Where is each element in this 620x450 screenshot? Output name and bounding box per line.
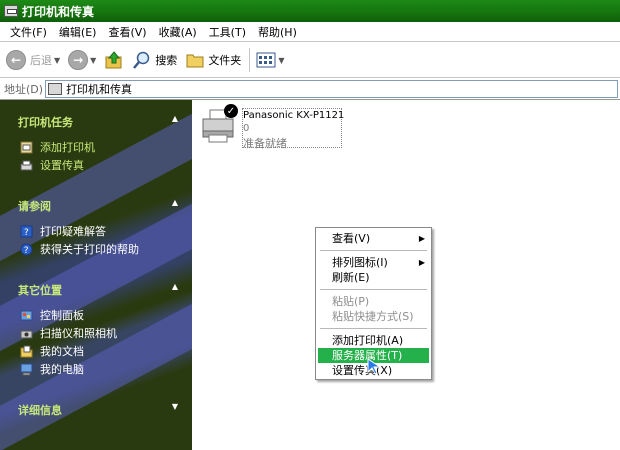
back-button[interactable]: ← 后退 ▼ <box>6 50 60 70</box>
folders-label: 文件夹 <box>208 54 242 67</box>
ctx-view-label: 查看(V) <box>332 232 371 245</box>
menu-file[interactable]: 文件(F) <box>4 24 53 40</box>
menu-favorites[interactable]: 收藏(A) <box>153 24 203 40</box>
collapse-icon[interactable]: ▲ <box>172 198 178 214</box>
printing-help-label: 获得关于打印的帮助 <box>40 243 139 256</box>
ctx-arrange-icons-label: 排列图标(I) <box>332 256 388 269</box>
views-button[interactable]: ▼ <box>256 50 284 70</box>
menu-separator <box>320 289 427 290</box>
up-button[interactable] <box>104 50 124 70</box>
see-also-title: 请参阅 <box>18 200 51 213</box>
my-documents-label: 我的文档 <box>40 345 84 358</box>
menu-edit[interactable]: 编辑(E) <box>53 24 103 40</box>
printer-folder-icon <box>48 83 63 95</box>
menu-view[interactable]: 查看(V) <box>102 24 152 40</box>
ctx-paste-shortcut: 粘贴快捷方式(S) <box>332 310 414 323</box>
search-icon <box>132 50 152 70</box>
search-button[interactable]: 搜索 <box>132 50 177 70</box>
add-printer-label: 添加打印机 <box>40 141 95 154</box>
other-places-title: 其它位置 <box>18 284 62 297</box>
printer-document-count: 0 <box>243 123 250 134</box>
details-header[interactable]: 详细信息 ▼ <box>18 402 178 418</box>
svg-text:?: ? <box>24 246 29 256</box>
back-arrow-icon: ← <box>6 50 26 70</box>
task-pane: 打印机任务 ▲ 添加打印机 设置传真 请参阅 ▲ ? 打印疑难解答 ? 获得关于… <box>0 100 192 450</box>
help-icon: ? <box>20 225 33 238</box>
my-documents-link[interactable]: 我的文档 <box>20 343 84 359</box>
menu-separator <box>320 250 427 251</box>
add-printer-link[interactable]: 添加打印机 <box>20 139 95 155</box>
submenu-arrow-icon: ▶ <box>418 258 425 267</box>
printer-name: Panasonic KX-P1121 <box>243 110 345 121</box>
my-computer-label: 我的电脑 <box>40 363 84 376</box>
default-printer-check-icon: ✓ <box>224 104 238 118</box>
views-dropdown-icon[interactable]: ▼ <box>278 56 284 65</box>
folder-up-icon <box>104 50 124 70</box>
printer-tasks-header[interactable]: 打印机任务 ▲ <box>18 114 178 130</box>
add-printer-icon <box>20 141 33 154</box>
ctx-arrange-icons[interactable]: 排列图标(I) ▶ <box>318 255 429 270</box>
other-places-header[interactable]: 其它位置 ▲ <box>18 282 178 298</box>
help-circle-icon: ? <box>20 243 33 256</box>
folders-button[interactable]: 文件夹 <box>185 50 241 70</box>
menu-bar: 文件(F) 编辑(E) 查看(V) 收藏(A) 工具(T) 帮助(H) <box>0 22 620 42</box>
my-computer-link[interactable]: 我的电脑 <box>20 361 84 377</box>
printer-item[interactable]: ✓ Panasonic KX-P1121 0 准备就绪 <box>200 104 344 150</box>
address-field[interactable]: 打印机和传真 <box>45 80 618 98</box>
submenu-arrow-icon: ▶ <box>418 234 425 243</box>
printing-help-link[interactable]: ? 获得关于打印的帮助 <box>20 241 139 257</box>
scanners-cameras-link[interactable]: 扫描仪和照相机 <box>20 325 117 341</box>
forward-button[interactable]: → ▼ <box>68 50 96 70</box>
back-dropdown-icon[interactable]: ▼ <box>54 56 60 65</box>
control-panel-icon <box>20 309 33 322</box>
forward-dropdown-icon[interactable]: ▼ <box>90 56 96 65</box>
printing-troubleshooter-link[interactable]: ? 打印疑难解答 <box>20 223 106 239</box>
toolbar-separator <box>249 48 251 72</box>
ctx-add-printer[interactable]: 添加打印机(A) <box>318 333 429 348</box>
fax-icon <box>20 159 33 172</box>
control-panel-link[interactable]: 控制面板 <box>20 307 84 323</box>
window-title: 打印机和传真 <box>22 4 95 19</box>
ctx-refresh[interactable]: 刷新(E) <box>318 270 429 285</box>
setup-fax-label: 设置传真 <box>40 159 84 172</box>
svg-text:?: ? <box>24 228 29 238</box>
my-computer-icon <box>20 363 33 376</box>
ctx-paste: 粘贴(P) <box>332 295 370 308</box>
see-also-header[interactable]: 请参阅 ▲ <box>18 198 178 214</box>
address-bar: 地址(D) 打印机和传真 <box>0 79 620 100</box>
expand-icon[interactable]: ▼ <box>172 402 178 418</box>
collapse-icon[interactable]: ▲ <box>172 282 178 298</box>
menu-help[interactable]: 帮助(H) <box>252 24 303 40</box>
search-label: 搜索 <box>155 54 178 67</box>
printer-tasks-title: 打印机任务 <box>18 116 73 129</box>
title-bar[interactable]: 打印机和传真 <box>0 0 620 22</box>
mouse-cursor-icon <box>366 357 384 375</box>
printing-troubleshooter-label: 打印疑难解答 <box>40 225 106 238</box>
control-panel-label: 控制面板 <box>40 309 84 322</box>
ctx-view[interactable]: 查看(V) ▶ <box>318 231 429 246</box>
views-icon <box>256 50 276 70</box>
printer-folder-icon <box>4 5 18 17</box>
collapse-icon[interactable]: ▲ <box>172 114 178 130</box>
toolbar: ← 后退 ▼ → ▼ 搜索 文件夹 ▼ <box>0 43 620 78</box>
printer-status: 准备就绪 <box>243 137 287 150</box>
setup-fax-link[interactable]: 设置传真 <box>20 157 84 173</box>
address-label: 地址(D) <box>4 83 44 96</box>
scanner-camera-icon <box>20 327 33 340</box>
my-documents-icon <box>20 345 33 358</box>
scanners-cameras-label: 扫描仪和照相机 <box>40 327 117 340</box>
back-label: 后退 <box>30 54 52 67</box>
menu-tools[interactable]: 工具(T) <box>203 24 252 40</box>
folder-icon <box>185 50 205 70</box>
details-title: 详细信息 <box>18 404 62 417</box>
menu-separator <box>320 328 427 329</box>
forward-arrow-icon: → <box>68 50 89 70</box>
address-value: 打印机和传真 <box>66 83 133 96</box>
